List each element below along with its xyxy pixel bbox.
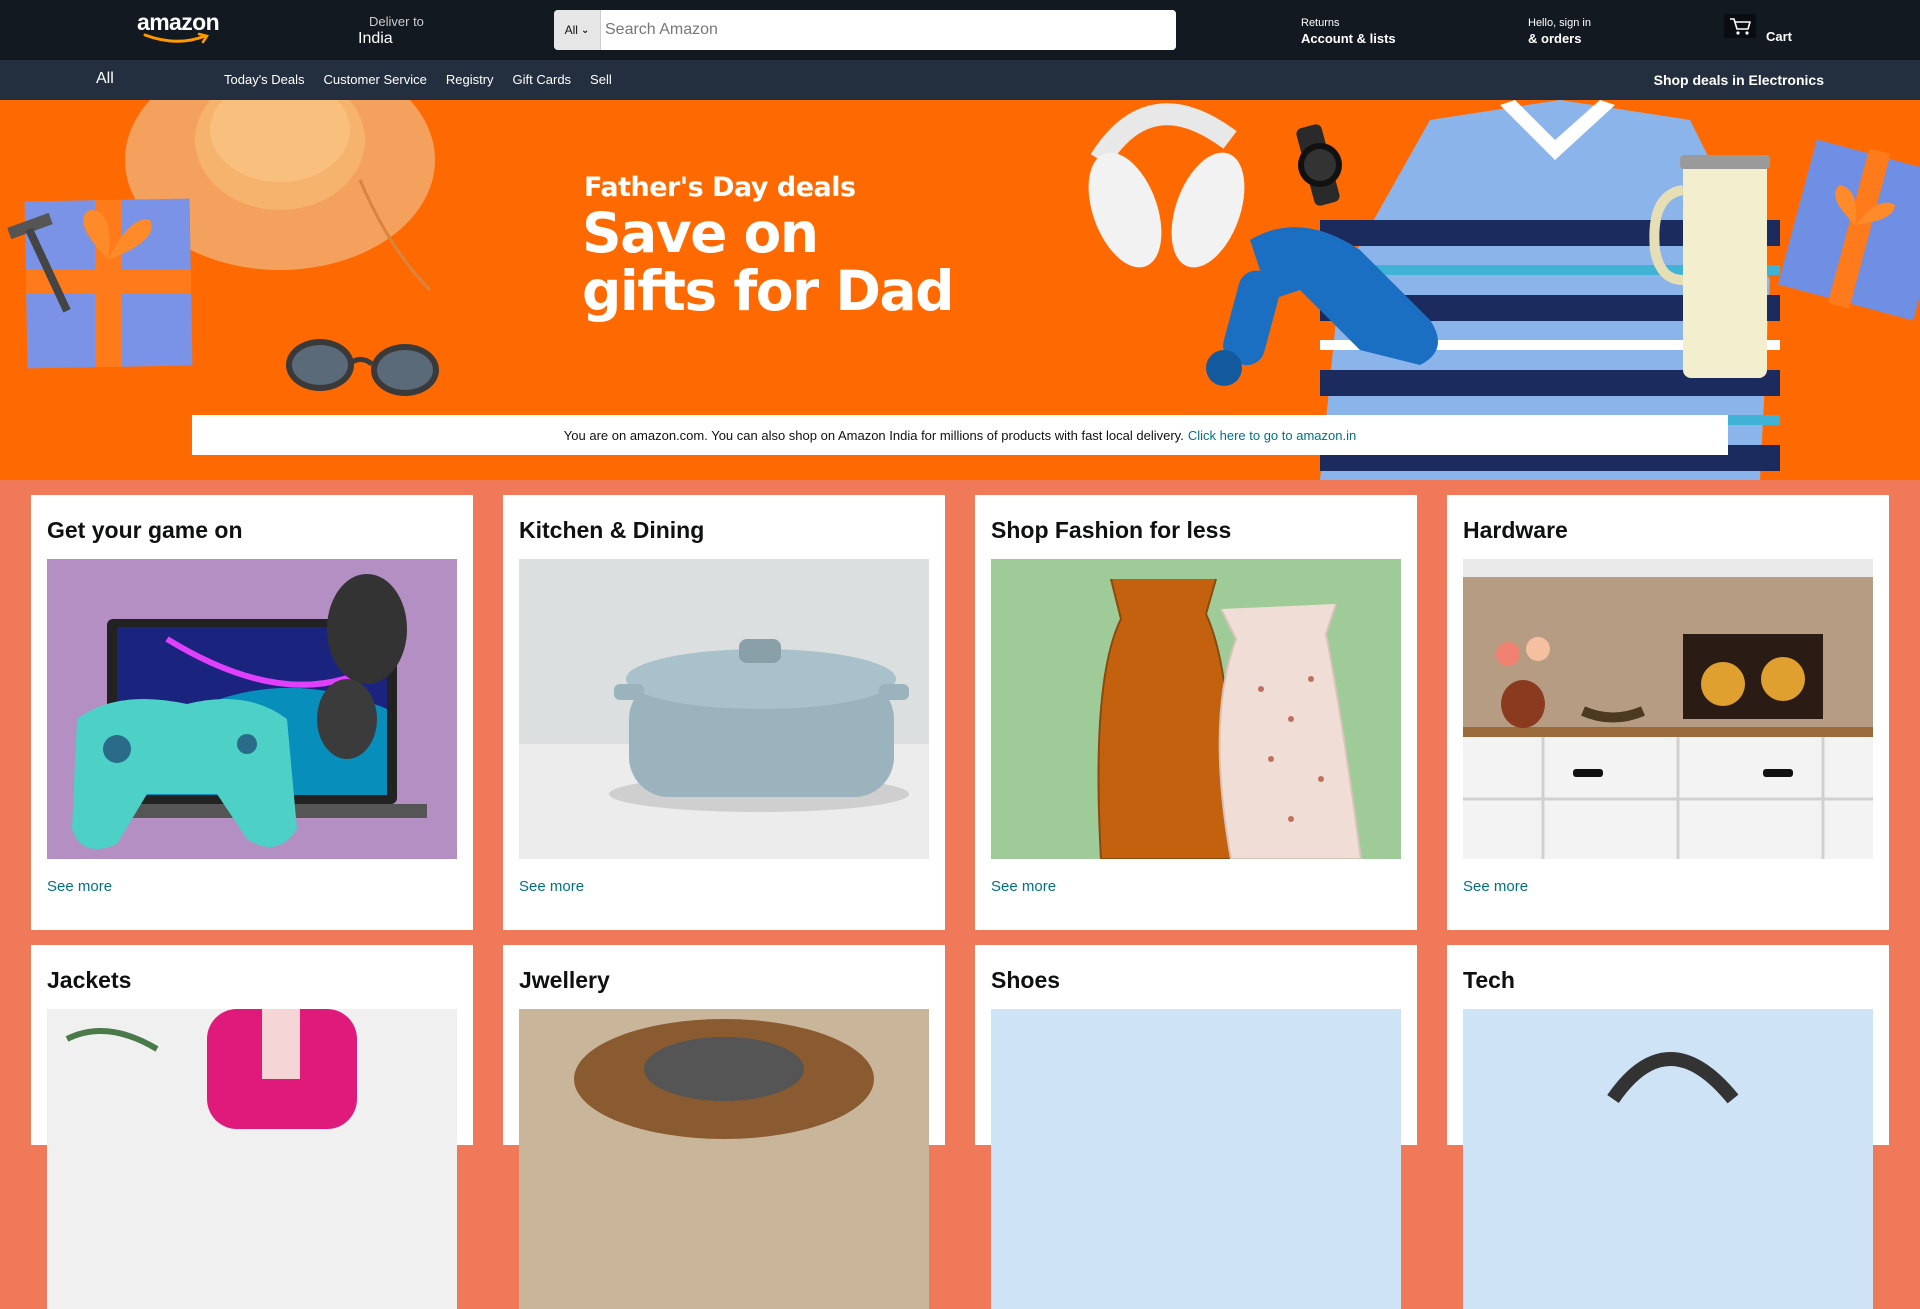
search-bar: All ⌄ <box>554 10 1176 50</box>
see-more-link[interactable]: See more <box>519 878 584 895</box>
card-image-jackets[interactable] <box>47 1009 457 1309</box>
card-title: Jwellery <box>519 967 610 993</box>
signin-orders-link[interactable]: Hello, sign in & orders <box>1528 16 1591 47</box>
signin-label: Hello, sign in <box>1528 17 1591 29</box>
subnav-item-customer-service[interactable]: Customer Service <box>324 72 427 87</box>
electronics-deals-link[interactable]: Shop deals in Electronics <box>1654 72 1824 88</box>
search-category-select[interactable]: All ⌄ <box>554 10 601 50</box>
card-jackets: Jackets <box>31 945 473 1309</box>
top-header: amazon Deliver to India All ⌄ Returns Ac… <box>0 0 1920 60</box>
card-get-your-game-on: Get your game on See more <box>31 495 473 930</box>
deliver-to-label: Deliver to <box>369 14 424 29</box>
search-input[interactable] <box>601 10 1176 50</box>
card-image-fashion[interactable] <box>991 559 1401 859</box>
hero-headline: Save on gifts for Dad <box>582 201 954 323</box>
card-kitchen-dining: Kitchen & Dining See more <box>503 495 945 930</box>
cart-label: Cart <box>1766 29 1793 44</box>
card-image-shoes[interactable] <box>991 1009 1401 1309</box>
headphones-icon <box>1088 103 1245 268</box>
card-title: Shoes <box>991 967 1061 993</box>
card-hardware: Hardware See more <box>1447 495 1889 930</box>
amazon-india-link[interactable]: Click here to go to amazon.in <box>1188 428 1356 443</box>
see-more-link[interactable]: See more <box>991 878 1056 895</box>
subnav-item-registry[interactable]: Registry <box>446 72 494 87</box>
returns-label: Returns <box>1301 17 1340 29</box>
subnav-item-sell[interactable]: Sell <box>590 72 612 87</box>
watch-icon <box>1296 124 1342 206</box>
logo-text: amazon <box>137 9 220 35</box>
deliver-to[interactable]: Deliver to India <box>358 14 424 49</box>
card-jwellery: Jwellery <box>503 945 945 1309</box>
account-lists-label: Account & lists <box>1301 31 1396 46</box>
subnav-items: Today's Deals Customer Service Registry … <box>224 72 631 87</box>
card-title: Shop Fashion for less <box>991 517 1232 543</box>
card-image-gaming[interactable] <box>47 559 457 859</box>
card-image-hardware[interactable] <box>1463 559 1873 859</box>
region-notice: You are on amazon.com. You can also shop… <box>192 415 1728 455</box>
chevron-down-icon: ⌄ <box>580 24 590 36</box>
card-title: Kitchen & Dining <box>519 517 705 543</box>
region-notice-text: You are on amazon.com. You can also shop… <box>563 427 1184 443</box>
card-title: Hardware <box>1463 517 1568 543</box>
orders-label: & orders <box>1528 31 1582 46</box>
card-image-kitchen[interactable] <box>519 559 929 859</box>
see-more-link[interactable]: See more <box>1463 878 1528 895</box>
all-menu-button[interactable]: All <box>96 70 114 88</box>
card-title: Get your game on <box>47 517 243 543</box>
card-shop-fashion: Shop Fashion for less See more <box>975 495 1417 930</box>
card-shoes: Shoes <box>975 945 1417 1309</box>
card-title: Tech <box>1463 967 1515 993</box>
card-image-jwellery[interactable] <box>519 1009 929 1309</box>
cart-button[interactable]: Cart <box>1724 12 1814 48</box>
gift-box-right-icon <box>1777 139 1920 321</box>
subnav-item-gift-cards[interactable]: Gift Cards <box>513 72 572 87</box>
see-more-link[interactable]: See more <box>47 878 112 895</box>
deliver-to-location: India <box>358 30 393 47</box>
amazon-logo[interactable]: amazon <box>137 10 221 46</box>
card-title: Jackets <box>47 967 132 993</box>
card-image-tech[interactable] <box>1463 1009 1873 1309</box>
sunglasses-icon <box>286 339 439 396</box>
hero-kicker: Father's Day deals <box>584 172 856 203</box>
subnav-item-todays-deals[interactable]: Today's Deals <box>224 72 305 87</box>
card-tech: Tech <box>1447 945 1889 1309</box>
secondary-nav: All Today's Deals Customer Service Regis… <box>0 60 1920 100</box>
search-category-label: All <box>564 23 578 37</box>
logo-smile-icon <box>143 32 210 44</box>
cart-icon <box>1724 14 1756 38</box>
returns-account-link[interactable]: Returns Account & lists <box>1301 16 1396 47</box>
